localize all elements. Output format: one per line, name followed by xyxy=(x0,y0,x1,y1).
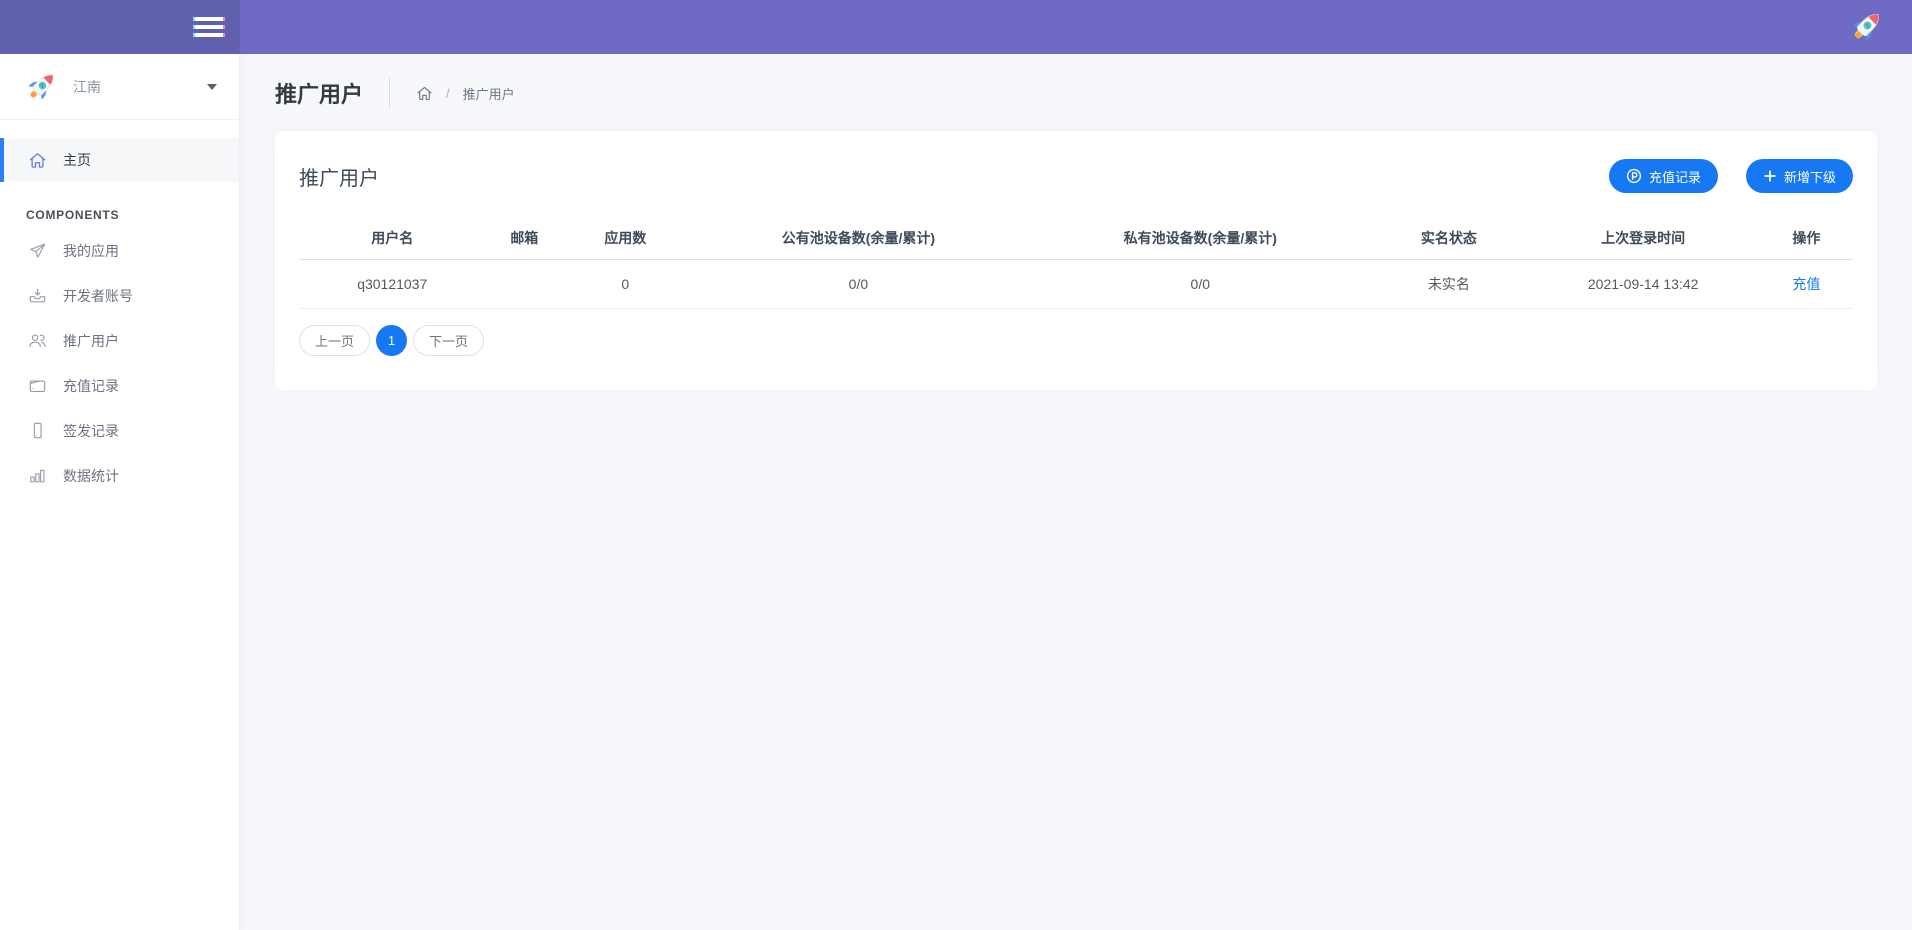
sidebar-item-label: 我的应用 xyxy=(63,241,119,261)
p-circle-icon xyxy=(1626,168,1642,184)
home-icon[interactable] xyxy=(416,85,433,102)
send-icon xyxy=(28,241,47,260)
sidebar-section-label: COMPONENTS xyxy=(26,208,239,222)
sidebar-item-label: 主页 xyxy=(63,150,91,170)
recharge-link[interactable]: 充值 xyxy=(1792,276,1820,292)
column-header-actions: 操作 xyxy=(1760,217,1853,260)
sidebar: 江南 主页 COMPONENTS 我的应用 开发者账号 推 xyxy=(0,54,240,930)
cell-private-pool: 0/0 xyxy=(1029,260,1371,309)
home-icon xyxy=(28,151,47,170)
chevron-down-icon[interactable] xyxy=(207,84,217,90)
button-label: 新增下级 xyxy=(1784,167,1836,186)
table-row: q30121037 0 0/0 0/0 未实名 2021-09-14 13:42… xyxy=(299,260,1853,309)
brand-name: 江南 xyxy=(73,77,101,97)
column-header-public-pool: 公有池设备数(余量/累计) xyxy=(687,217,1029,260)
promotion-users-table: 用户名 邮箱 应用数 公有池设备数(余量/累计) 私有池设备数(余量/累计) 实… xyxy=(299,217,1853,309)
next-page-button[interactable]: 下一页 xyxy=(413,325,484,356)
column-header-username: 用户名 xyxy=(299,217,485,260)
cell-email xyxy=(485,260,563,309)
recharge-records-button[interactable]: 充值记录 xyxy=(1609,159,1718,193)
topbar-brand-area xyxy=(0,0,240,54)
column-header-app-count: 应用数 xyxy=(563,217,687,260)
sidebar-brand-row[interactable]: 江南 xyxy=(0,54,239,120)
users-icon xyxy=(28,331,47,350)
column-header-realname-status: 实名状态 xyxy=(1371,217,1526,260)
page-title: 推广用户 xyxy=(275,77,363,109)
sidebar-item-recharge-records[interactable]: 充值记录 xyxy=(0,363,239,408)
card-header: 推广用户 充值记录 新增下级 xyxy=(299,159,1853,193)
sidebar-item-data-statistics[interactable]: 数据统计 xyxy=(0,453,239,498)
sidebar-item-my-apps[interactable]: 我的应用 xyxy=(0,228,239,273)
breadcrumb-current: 推广用户 xyxy=(463,84,515,103)
breadcrumb-separator: / xyxy=(446,86,450,101)
sidebar-item-developer-accounts[interactable]: 开发者账号 xyxy=(0,273,239,318)
column-header-email: 邮箱 xyxy=(485,217,563,260)
button-label: 充值记录 xyxy=(1649,167,1701,186)
cell-action: 充值 xyxy=(1760,260,1853,309)
plus-icon xyxy=(1763,169,1777,183)
rocket-logo-icon xyxy=(1846,7,1886,47)
cell-last-login: 2021-09-14 13:42 xyxy=(1527,260,1760,309)
table-header-row: 用户名 邮箱 应用数 公有池设备数(余量/累计) 私有池设备数(余量/累计) 实… xyxy=(299,217,1853,260)
mobile-icon xyxy=(28,421,47,440)
promotion-users-card: 推广用户 充值记录 新增下级 用户名 邮箱 xyxy=(275,131,1877,390)
header-divider xyxy=(389,78,390,108)
inbox-download-icon xyxy=(28,286,47,305)
rocket-logo-icon xyxy=(22,68,60,106)
current-page-button[interactable]: 1 xyxy=(376,325,407,356)
page-header: 推广用户 / 推广用户 xyxy=(275,77,1877,109)
cell-realname-status: 未实名 xyxy=(1371,260,1526,309)
hamburger-menu-icon[interactable] xyxy=(191,13,227,41)
sidebar-item-issue-records[interactable]: 签发记录 xyxy=(0,408,239,453)
sidebar-item-label: 充值记录 xyxy=(63,376,119,396)
sidebar-item-home[interactable]: 主页 xyxy=(0,138,239,182)
cell-public-pool: 0/0 xyxy=(687,260,1029,309)
previous-page-button[interactable]: 上一页 xyxy=(299,325,370,356)
add-subordinate-button[interactable]: 新增下级 xyxy=(1746,159,1853,193)
main-content: 推广用户 / 推广用户 推广用户 充值记录 新增下级 xyxy=(240,54,1912,930)
bar-chart-icon xyxy=(28,466,47,485)
sidebar-item-label: 推广用户 xyxy=(63,331,119,351)
sidebar-nav: 主页 COMPONENTS 我的应用 开发者账号 推广用户 充值记录 xyxy=(0,138,239,498)
sidebar-item-label: 开发者账号 xyxy=(63,286,133,306)
pagination: 上一页 1 下一页 xyxy=(299,325,1853,356)
breadcrumb: / 推广用户 xyxy=(416,84,515,103)
column-header-last-login: 上次登录时间 xyxy=(1527,217,1760,260)
sidebar-item-promotion-users[interactable]: 推广用户 xyxy=(0,318,239,363)
cell-app-count: 0 xyxy=(563,260,687,309)
cell-username: q30121037 xyxy=(299,260,485,309)
topbar-main-area xyxy=(240,0,1912,54)
wallet-icon xyxy=(28,376,47,395)
sidebar-item-label: 数据统计 xyxy=(63,466,119,486)
card-title: 推广用户 xyxy=(299,162,379,191)
column-header-private-pool: 私有池设备数(余量/累计) xyxy=(1029,217,1371,260)
sidebar-item-label: 签发记录 xyxy=(63,421,119,441)
topbar xyxy=(0,0,1912,54)
card-actions: 充值记录 新增下级 xyxy=(1609,159,1853,193)
